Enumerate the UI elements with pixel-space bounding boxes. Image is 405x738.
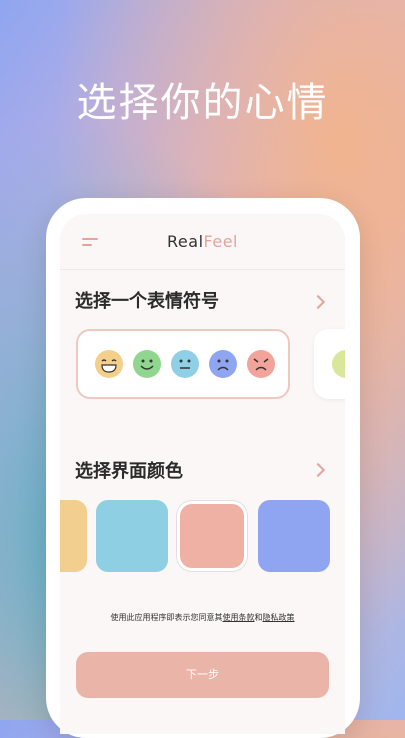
app-logo: RealFeel xyxy=(60,232,345,251)
color-swatch-blue[interactable] xyxy=(96,500,168,572)
app-header: RealFeel xyxy=(60,214,345,270)
smiling-face-icon xyxy=(332,350,345,378)
neutral-face-icon[interactable] xyxy=(171,350,199,378)
brand-real: Real xyxy=(167,232,204,251)
color-swatch-periwinkle[interactable] xyxy=(258,500,330,572)
color-swatch-pink-selected[interactable] xyxy=(180,504,244,568)
angry-face-icon[interactable] xyxy=(247,350,275,378)
terms-prefix: 使用此应用程序即表示您同意其 xyxy=(110,613,223,622)
next-button[interactable]: 下一步 xyxy=(76,652,329,698)
emoji-section-chevron-icon[interactable] xyxy=(310,294,326,310)
laughing-face-icon[interactable] xyxy=(95,350,123,378)
color-section-title: 选择界面颜色 xyxy=(75,461,183,482)
sad-face-icon[interactable] xyxy=(209,350,237,378)
color-swatch-yellow[interactable] xyxy=(60,500,87,572)
terms-of-use-link[interactable]: 使用条款 xyxy=(223,613,255,622)
smiling-face-icon[interactable] xyxy=(133,350,161,378)
emoji-set-card[interactable] xyxy=(76,329,290,399)
promo-title: 选择你的心情 xyxy=(76,80,329,126)
terms-and: 和 xyxy=(254,613,263,622)
app-screen: RealFeel 选择一个表情符号 选择界面颜色 使用此应用程序即表示您同意其使… xyxy=(60,214,345,734)
brand-feel: Feel xyxy=(203,232,238,251)
emoji-set-card-next[interactable] xyxy=(314,329,345,399)
color-section-chevron-icon[interactable] xyxy=(310,462,326,478)
privacy-policy-link[interactable]: 隐私政策 xyxy=(263,613,295,622)
terms-notice: 使用此应用程序即表示您同意其使用条款和隐私政策 xyxy=(60,612,345,623)
emoji-section-title: 选择一个表情符号 xyxy=(75,291,219,312)
